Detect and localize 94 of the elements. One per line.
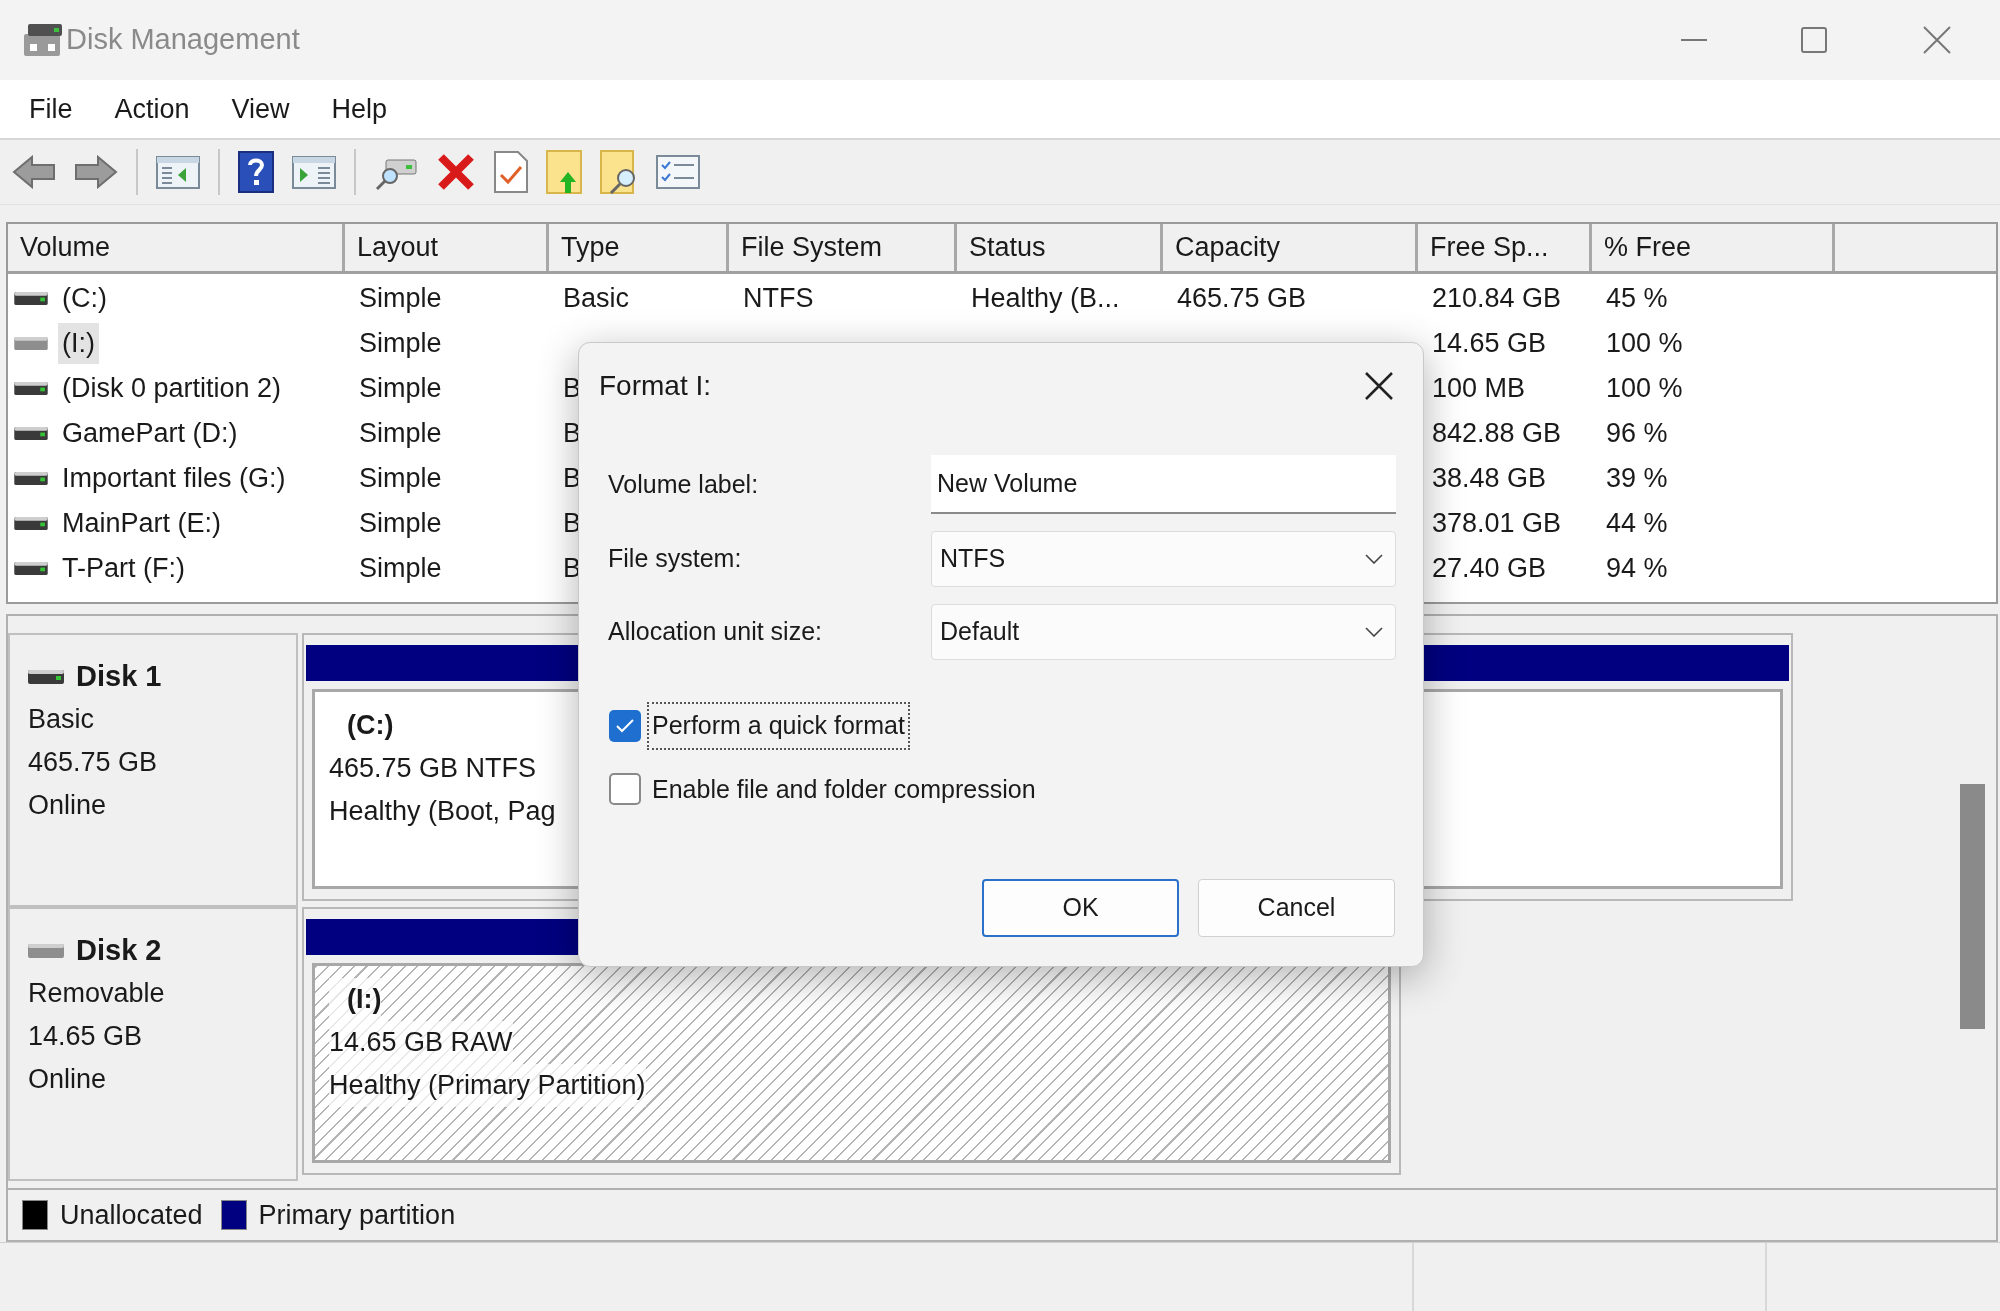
minimize-icon bbox=[1681, 39, 1707, 41]
legend-label: Unallocated bbox=[60, 1198, 203, 1232]
table-cell-text: B bbox=[563, 552, 581, 586]
disk-type: Removable bbox=[28, 977, 166, 1010]
table-cell-text: 210.84 GB bbox=[1432, 282, 1562, 316]
window-title: Disk Management bbox=[66, 22, 300, 58]
back-arrow-icon[interactable] bbox=[12, 155, 56, 189]
drive-letter-entry[interactable]: (I:) bbox=[58, 323, 99, 364]
checklist-icon[interactable] bbox=[656, 155, 700, 189]
table-cell-text: 38.48 GB bbox=[1432, 462, 1547, 496]
table-cell-text: B bbox=[563, 372, 581, 406]
table-cell-text: 842.88 GB bbox=[1432, 417, 1562, 451]
field-label: Volume label: bbox=[608, 468, 760, 500]
table-cell-text: Simple bbox=[359, 462, 442, 496]
table-cell-text: Simple bbox=[359, 507, 442, 541]
table-cell-text: 44 % bbox=[1606, 507, 1668, 541]
column-header[interactable]: Capacity bbox=[1163, 224, 1418, 271]
drive-letter-entry[interactable]: T-Part (F:) bbox=[58, 548, 189, 589]
checkbox[interactable] bbox=[609, 709, 641, 742]
help-icon[interactable] bbox=[238, 151, 274, 193]
scrollbar-thumb[interactable] bbox=[1960, 784, 1985, 1029]
delete-icon[interactable] bbox=[436, 152, 476, 192]
drive-letter-entry[interactable]: Important files (G:) bbox=[58, 458, 290, 499]
column-header[interactable]: % Free bbox=[1592, 224, 1835, 271]
column-header[interactable]: Volume bbox=[8, 224, 345, 271]
disk-status: Online bbox=[28, 1063, 108, 1096]
field-label: File system: bbox=[608, 543, 743, 575]
cancel-button[interactable]: Cancel bbox=[1198, 879, 1395, 937]
checkbox-label[interactable]: Perform a quick format bbox=[647, 702, 910, 750]
menu-item[interactable]: Action bbox=[97, 84, 207, 134]
checkbox[interactable] bbox=[609, 773, 641, 806]
drive-letter-entry[interactable]: (Disk 0 partition 2) bbox=[58, 368, 286, 409]
table-cell-text: 378.01 GB bbox=[1432, 507, 1562, 541]
disk-type: Basic bbox=[28, 703, 96, 736]
text-input[interactable]: New Volume bbox=[931, 455, 1396, 514]
table-cell-text: 14.65 GB bbox=[1432, 327, 1547, 361]
table-cell-text: 100 MB bbox=[1432, 372, 1526, 406]
table-cell-text: Simple bbox=[359, 417, 442, 451]
drive-letter-entry[interactable]: MainPart (E:) bbox=[58, 503, 226, 544]
table-cell-text: 27.40 GB bbox=[1432, 552, 1547, 586]
close-icon bbox=[1365, 372, 1393, 400]
partition-size: 14.65 GB RAW bbox=[329, 1021, 513, 1064]
menu-item[interactable]: Help bbox=[314, 84, 405, 134]
dropdown[interactable]: NTFS bbox=[931, 531, 1396, 587]
table-cell-text: 45 % bbox=[1606, 282, 1668, 316]
table-cell-text: B bbox=[563, 462, 581, 496]
disk-size: 14.65 GB bbox=[28, 1020, 144, 1053]
forward-arrow-icon[interactable] bbox=[74, 155, 118, 189]
chevron-down-icon bbox=[1365, 627, 1383, 637]
table-cell-text: B bbox=[563, 417, 581, 451]
table-cell-text: 96 % bbox=[1606, 417, 1668, 451]
action-pane-icon[interactable] bbox=[292, 154, 336, 190]
disk-drive-icon bbox=[22, 22, 64, 58]
checked-document-icon[interactable] bbox=[494, 151, 528, 193]
table-cell-text: Simple bbox=[359, 327, 442, 361]
field-label: Allocation unit size: bbox=[608, 616, 823, 648]
table-cell-text: 465.75 GB bbox=[1177, 282, 1307, 316]
show-hide-pane-icon[interactable] bbox=[156, 154, 200, 190]
table-cell-text: Healthy (B... bbox=[971, 282, 1120, 316]
column-header[interactable]: Free Sp... bbox=[1418, 224, 1592, 271]
column-header[interactable]: Type bbox=[549, 224, 729, 271]
table-cell-text: Basic bbox=[563, 282, 630, 316]
table-cell-text: Simple bbox=[359, 282, 442, 316]
column-header[interactable]: File System bbox=[729, 224, 957, 271]
disk-name: Disk 1 bbox=[76, 659, 162, 694]
table-cell-text: Simple bbox=[359, 372, 442, 406]
drive-letter-entry[interactable]: (C:) bbox=[58, 278, 111, 319]
disk-size: 465.75 GB bbox=[28, 746, 159, 779]
checkmark-icon bbox=[616, 718, 634, 733]
dialog-title: Format I: bbox=[599, 369, 711, 403]
folder-magnifier-icon[interactable] bbox=[600, 150, 638, 194]
drive-letter-entry[interactable]: GamePart (D:) bbox=[58, 413, 242, 454]
menu-item[interactable]: File bbox=[12, 84, 90, 134]
checkbox-label[interactable]: Enable file and folder compression bbox=[647, 765, 1041, 813]
dropdown[interactable]: Default bbox=[931, 604, 1396, 660]
column-header[interactable]: Layout bbox=[345, 224, 549, 271]
disk-name: Disk 2 bbox=[76, 933, 162, 968]
partition-status: Healthy (Primary Partition) bbox=[329, 1064, 646, 1107]
table-cell-text: Simple bbox=[359, 552, 442, 586]
legend-label: Primary partition bbox=[258, 1198, 456, 1232]
menu-item[interactable]: View bbox=[214, 84, 307, 134]
partition-name: (I:) bbox=[329, 978, 382, 1021]
table-cell-text: 100 % bbox=[1606, 372, 1683, 406]
maximize-icon bbox=[1801, 27, 1827, 53]
chevron-down-icon bbox=[1365, 554, 1383, 564]
table-cell-text: 100 % bbox=[1606, 327, 1683, 361]
ok-button[interactable]: OK bbox=[982, 879, 1179, 937]
table-cell-text: 94 % bbox=[1606, 552, 1668, 586]
table-cell-text: 39 % bbox=[1606, 462, 1668, 496]
table-cell-text: B bbox=[563, 507, 581, 541]
table-cell-text: NTFS bbox=[743, 282, 814, 316]
column-header[interactable]: Status bbox=[957, 224, 1163, 271]
disk-status: Online bbox=[28, 789, 108, 822]
close-icon bbox=[1923, 26, 1951, 54]
